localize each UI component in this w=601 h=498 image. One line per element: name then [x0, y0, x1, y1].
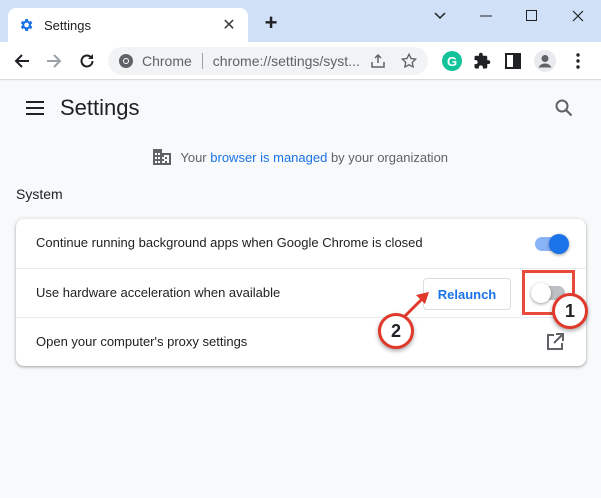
extensions-puzzle-icon[interactable] — [468, 47, 496, 75]
omnibox[interactable]: Chrome chrome://settings/syst... — [108, 47, 428, 75]
managed-suffix: by your organization — [330, 150, 449, 165]
gear-icon — [18, 17, 34, 33]
reload-icon[interactable] — [73, 47, 101, 75]
minimize-button[interactable] — [463, 0, 509, 32]
setting-row-proxy[interactable]: Open your computer's proxy settings — [16, 317, 586, 366]
chevron-down-icon[interactable] — [417, 0, 463, 32]
callout-badge-1: 1 — [552, 293, 588, 329]
profile-avatar-icon[interactable] — [531, 47, 559, 75]
tab-title: Settings — [44, 17, 91, 33]
url-text[interactable]: chrome://settings/syst... — [213, 53, 373, 69]
settings-header: Settings — [0, 81, 601, 136]
browser-toolbar: Chrome chrome://settings/syst... — [0, 42, 601, 80]
managed-notice: Your browser is managed by your organiza… — [0, 149, 601, 168]
side-panel-icon[interactable] — [499, 47, 527, 75]
maximize-button[interactable] — [509, 0, 555, 32]
setting-label: Use hardware acceleration when available — [36, 285, 281, 300]
omnibox-chip: Chrome — [142, 53, 192, 69]
more-options-icon[interactable] — [564, 47, 592, 75]
open-in-new-icon[interactable] — [546, 333, 564, 351]
page-title: Settings — [60, 95, 140, 120]
system-settings-card: Continue running background apps when Go… — [16, 219, 586, 366]
chrome-logo-icon — [118, 53, 134, 69]
forward-arrow-icon[interactable] — [40, 47, 68, 75]
grammarly-extension-icon[interactable]: G — [442, 51, 462, 71]
menu-icon[interactable] — [26, 101, 44, 115]
section-title: System — [16, 186, 63, 202]
setting-row-hardware-acceleration: Use hardware acceleration when available… — [16, 268, 586, 317]
settings-page: Settings Your browser is managed by your… — [0, 81, 601, 498]
close-icon[interactable]: ✕ — [220, 15, 238, 35]
managed-prefix: Your — [180, 150, 207, 165]
relaunch-button[interactable]: Relaunch — [423, 278, 511, 310]
tab-strip: Settings ✕ + — [0, 0, 601, 42]
callout-badge-2: 2 — [378, 313, 414, 349]
background-apps-toggle[interactable] — [535, 234, 569, 254]
bookmark-star-icon[interactable] — [400, 52, 418, 75]
new-tab-button[interactable]: + — [259, 12, 283, 36]
omnibox-divider — [201, 53, 203, 69]
tab-settings[interactable]: Settings ✕ — [8, 8, 248, 42]
window-close-button[interactable] — [555, 0, 601, 32]
setting-label: Open your computer's proxy settings — [36, 334, 248, 349]
building-icon — [152, 149, 171, 168]
back-arrow-icon[interactable] — [8, 47, 36, 75]
setting-label: Continue running background apps when Go… — [36, 235, 423, 250]
setting-row-background-apps: Continue running background apps when Go… — [16, 219, 586, 268]
search-icon[interactable] — [554, 98, 576, 120]
share-icon[interactable] — [370, 53, 386, 74]
toggle-knob — [549, 234, 569, 254]
managed-link[interactable]: browser is managed — [210, 150, 327, 165]
